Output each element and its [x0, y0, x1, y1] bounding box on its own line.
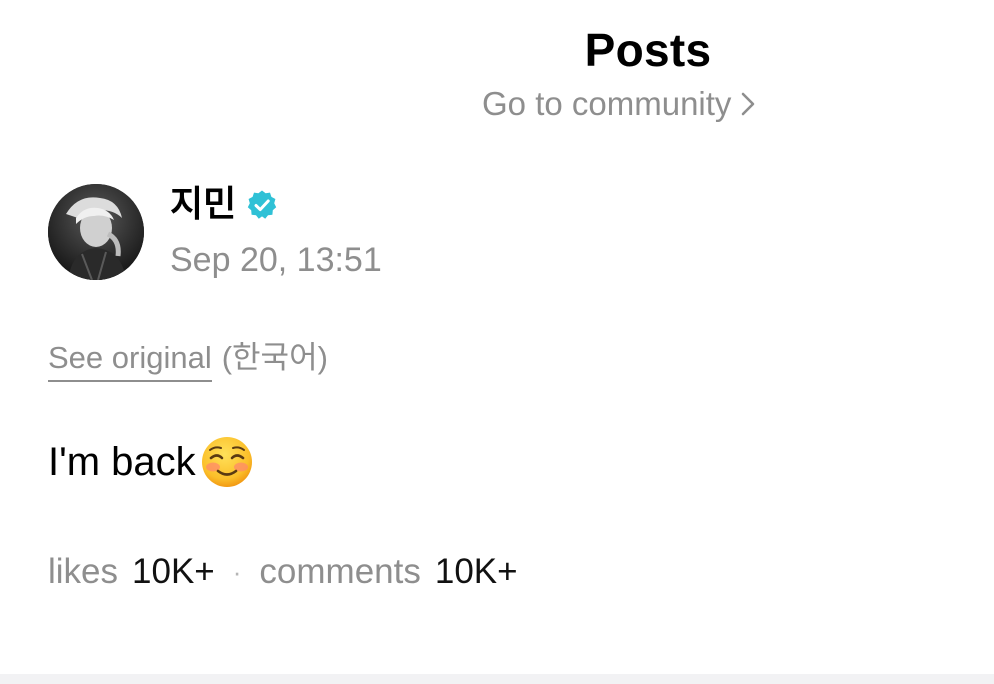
smiling-face-icon: [200, 435, 254, 489]
post-body: I'm back: [48, 432, 254, 492]
post-stats: likes 10K+ · comments 10K+: [48, 548, 518, 596]
see-original-link[interactable]: See original: [48, 338, 212, 382]
verified-badge-icon: [246, 189, 278, 221]
likes-label[interactable]: likes: [48, 549, 118, 595]
chevron-right-icon: [741, 92, 755, 116]
avatar[interactable]: [48, 184, 144, 280]
post-text: I'm back: [48, 440, 196, 484]
post-header: 지민 Sep 20, 13:51: [48, 182, 648, 282]
author-name-row: 지민: [170, 182, 278, 228]
original-language-label: (한국어): [221, 340, 328, 375]
author-name[interactable]: 지민: [170, 182, 236, 228]
community-link-label: Go to community: [482, 85, 732, 122]
comments-label[interactable]: comments: [259, 549, 420, 595]
likes-count: 10K+: [132, 552, 215, 591]
translation-row: See original (한국어): [48, 338, 328, 382]
bottom-divider: [0, 674, 994, 684]
post-timestamp: Sep 20, 13:51: [170, 241, 382, 279]
stats-separator: ·: [232, 557, 242, 587]
go-to-community-link[interactable]: Go to community: [482, 84, 755, 124]
page-title: Posts: [584, 24, 712, 76]
comments-count: 10K+: [434, 552, 518, 591]
header: Posts Go to community: [0, 22, 994, 132]
